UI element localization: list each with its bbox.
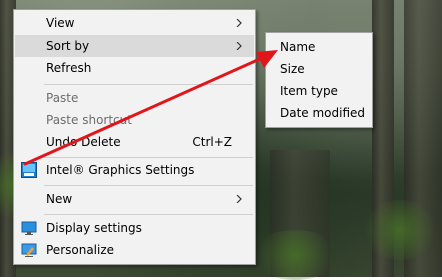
menu-item-paste-shortcut[interactable]: Paste shortcut [15, 109, 254, 131]
submenu-item-size[interactable]: Size [267, 58, 371, 80]
menu-separator [44, 84, 253, 85]
submenu-item-label: Name [280, 40, 316, 54]
moss [360, 200, 440, 260]
submenu-item-label: Item type [280, 84, 338, 98]
menu-item-display-settings[interactable]: Display settings [15, 217, 254, 239]
menu-item-label: Paste [46, 91, 79, 105]
chevron-right-icon [236, 195, 242, 203]
desktop-context-menu: View Sort by Refresh Paste Paste shortcu… [13, 9, 256, 265]
menu-item-label: Personalize [46, 243, 115, 257]
submenu-item-label: Date modified [280, 106, 366, 120]
intel-graphics-icon [21, 162, 37, 178]
menu-separator [44, 157, 253, 158]
menu-separator [44, 214, 253, 215]
menu-item-label: Undo Delete [46, 135, 121, 149]
menu-item-label: New [46, 192, 73, 206]
personalize-icon [21, 243, 37, 257]
menu-item-paste[interactable]: Paste [15, 87, 254, 109]
sort-by-submenu: Name Size Item type Date modified [265, 32, 373, 128]
menu-item-label: Intel® Graphics Settings [46, 163, 195, 177]
menu-item-intel-graphics-settings[interactable]: Intel® Graphics Settings [15, 159, 254, 181]
menu-separator [44, 185, 253, 186]
shortcut-hint: Ctrl+Z [192, 135, 232, 149]
submenu-item-item-type[interactable]: Item type [267, 80, 371, 102]
submenu-item-name[interactable]: Name [267, 36, 371, 58]
menu-item-new[interactable]: New [15, 188, 254, 210]
menu-item-refresh[interactable]: Refresh [15, 57, 254, 79]
display-icon [21, 221, 37, 235]
menu-item-undo-delete[interactable]: Undo Delete Ctrl+Z [15, 131, 254, 153]
submenu-item-date-modified[interactable]: Date modified [267, 102, 371, 124]
chevron-right-icon [236, 19, 242, 27]
menu-item-label: Paste shortcut [46, 113, 132, 127]
menu-item-label: Sort by [46, 39, 90, 53]
moss [250, 230, 340, 280]
menu-item-label: View [46, 16, 75, 30]
submenu-item-label: Size [280, 62, 305, 76]
menu-item-view[interactable]: View [15, 12, 254, 34]
menu-item-label: Display settings [46, 221, 142, 235]
menu-item-label: Refresh [46, 61, 92, 75]
chevron-right-icon [236, 42, 242, 50]
menu-item-sort-by[interactable]: Sort by [15, 35, 254, 57]
menu-item-personalize[interactable]: Personalize [15, 239, 254, 261]
